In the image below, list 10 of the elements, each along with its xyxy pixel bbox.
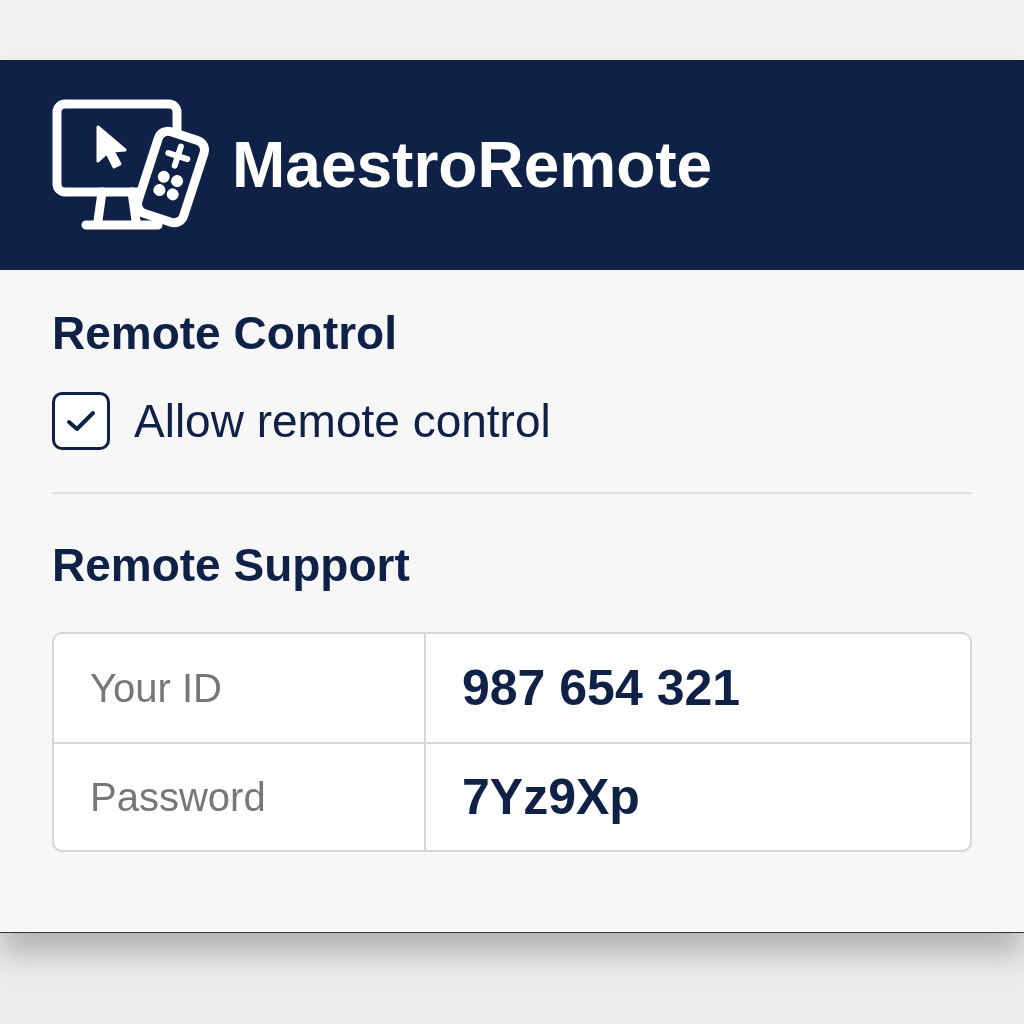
checkbox-label: Allow remote control xyxy=(134,398,551,444)
app-title: MaestroRemote xyxy=(232,133,713,197)
checkmark-icon xyxy=(66,409,96,433)
section-heading: Remote Control xyxy=(52,310,398,356)
field-label: Your ID xyxy=(90,668,222,708)
field-value: 987 654 321 xyxy=(462,663,741,713)
checkbox[interactable] xyxy=(52,392,110,450)
field-value: 7Yz9Xp xyxy=(462,772,640,822)
field-label: Password xyxy=(90,777,266,817)
monitor-remote-icon xyxy=(52,99,212,231)
